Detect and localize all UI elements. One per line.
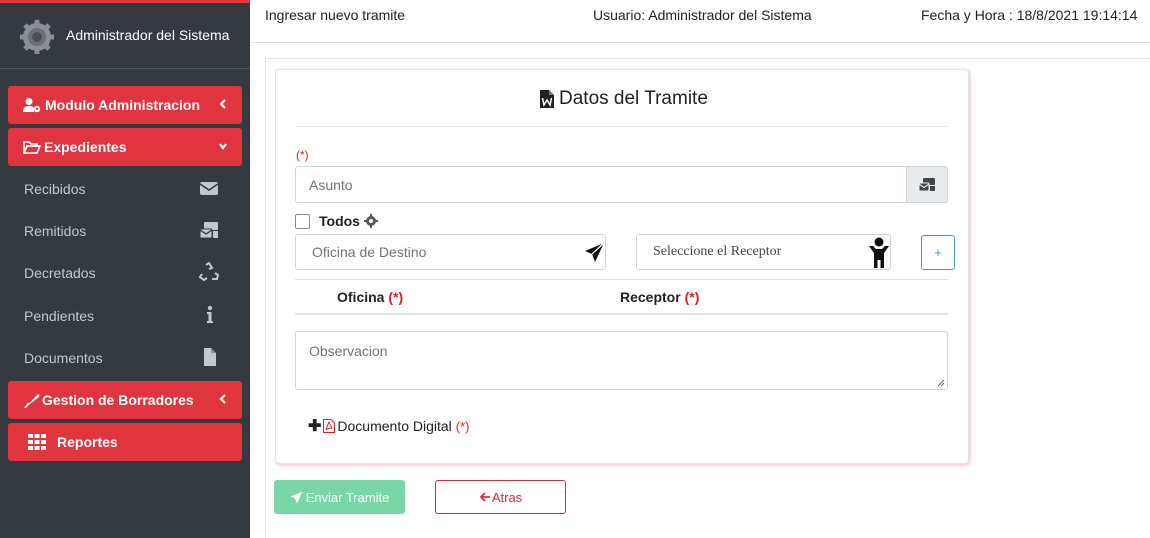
page-title: Ingresar nuevo tramite — [265, 7, 406, 23]
file-icon — [204, 348, 216, 366]
atras-button[interactable]: Atras — [435, 480, 566, 514]
brand[interactable]: Administrador del Sistema — [0, 3, 250, 69]
receptor-select[interactable]: Seleccione el Receptor — [636, 234, 891, 270]
required-mark: (*) — [684, 289, 700, 305]
resize-handle-icon[interactable] — [937, 379, 945, 387]
asunto-addon — [906, 166, 948, 203]
nav-modulo-administracion-label: Modulo Administracion — [45, 97, 201, 113]
oficina-destino-input[interactable]: Oficina de Destino — [295, 234, 606, 270]
gear-logo-icon — [20, 20, 54, 54]
todos-option[interactable]: Todos — [295, 213, 378, 229]
datetime: Fecha y Hora : 18/8/2021 19:14:14 — [921, 7, 1138, 23]
sidebar-item-pendientes[interactable]: Pendientes — [0, 296, 250, 336]
nav-reportes-label: Reportes — [57, 434, 118, 450]
card-title: Datos del Tramite — [540, 88, 708, 110]
sidebar-item-label: Decretados — [24, 265, 96, 281]
add-receptor-button[interactable]: + — [921, 235, 955, 270]
card-title-text: Datos del Tramite — [559, 88, 708, 109]
sidebar-item-label: Pendientes — [24, 308, 95, 324]
asunto-placeholder: Asunto — [309, 176, 353, 193]
paper-plane-icon — [290, 491, 303, 503]
th-receptor-label: Receptor — [620, 289, 681, 305]
feather-icon — [24, 394, 40, 408]
brand-name: Administrador del Sistema — [66, 27, 230, 43]
sidebar-item-label: Recibidos — [24, 181, 86, 197]
sidebar-item-label: Remitidos — [24, 223, 87, 239]
required-mark: (*) — [296, 148, 309, 162]
user-cog-icon — [23, 98, 41, 113]
recycle-icon — [198, 262, 220, 282]
sidebar-item-decretados[interactable]: Decretados — [0, 253, 250, 293]
oficina-placeholder: Oficina de Destino — [312, 244, 427, 260]
sidebar-item-recibidos[interactable]: Recibidos — [0, 169, 250, 209]
documento-label: Documento Digital — [337, 418, 452, 434]
sidebar-item-label: Documentos — [24, 350, 103, 366]
table-header-border — [295, 313, 948, 315]
envelope-icon — [199, 182, 219, 195]
observacion-placeholder: Observacion — [309, 343, 388, 359]
info-icon — [207, 305, 213, 323]
receptor-placeholder: Seleccione el Receptor — [653, 244, 782, 259]
file-word-icon — [540, 90, 554, 108]
child-icon — [869, 237, 889, 268]
asunto-input[interactable]: Asunto — [295, 166, 907, 203]
atras-label: Atras — [491, 489, 523, 505]
todos-checkbox[interactable] — [295, 213, 310, 229]
enviar-label: Enviar Tramite — [305, 489, 390, 505]
th-receptor: Receptor (*) — [620, 289, 699, 305]
required-mark: (*) — [388, 289, 404, 305]
th-oficina-label: Oficina — [337, 289, 385, 305]
nav-expedientes-label: Expedientes — [44, 139, 127, 155]
add-documento-digital[interactable]: ✚ Documento Digital (*) — [308, 416, 470, 436]
th-oficina: Oficina (*) — [337, 289, 403, 305]
required-mark: (*) — [455, 418, 470, 434]
observacion-textarea[interactable]: Observacion — [295, 331, 948, 390]
plus-icon: ✚ — [308, 418, 322, 435]
gear-icon — [363, 214, 378, 228]
nav-gestion-borradores-label: Gestion de Borradores — [42, 392, 194, 408]
chevron-left-icon — [219, 394, 226, 404]
enviar-tramite-button[interactable]: Enviar Tramite — [274, 480, 405, 514]
content-left-border — [265, 58, 266, 538]
table-top-border — [295, 279, 948, 280]
paper-plane-icon — [585, 242, 605, 262]
content-divider — [265, 58, 1150, 59]
file-pdf-icon — [323, 419, 336, 433]
sidebar-item-remitidos[interactable]: Remitidos — [0, 211, 250, 251]
grid-icon — [28, 434, 46, 450]
sidebar: Administrador del Sistema Modulo Adminis… — [0, 0, 250, 538]
nav-modulo-administracion[interactable]: Modulo Administracion — [8, 86, 242, 124]
card-title-divider — [295, 126, 948, 127]
chevron-left-icon — [219, 99, 226, 109]
mail-bulk-icon — [918, 177, 935, 191]
nav-reportes[interactable]: Reportes — [8, 423, 242, 461]
folder-open-icon — [23, 141, 41, 154]
sidebar-item-documentos[interactable]: Documentos — [0, 338, 250, 378]
current-user: Usuario: Administrador del Sistema — [593, 7, 812, 23]
nav-gestion-borradores[interactable]: Gestion de Borradores — [8, 381, 242, 419]
mail-bulk-icon — [199, 222, 218, 239]
nav-expedientes[interactable]: Expedientes — [8, 128, 242, 166]
chevron-down-icon — [219, 143, 227, 150]
arrow-left-icon — [479, 492, 490, 502]
top-header: Ingresar nuevo tramite Usuario: Administ… — [250, 0, 1150, 43]
todos-label: Todos — [319, 213, 360, 229]
